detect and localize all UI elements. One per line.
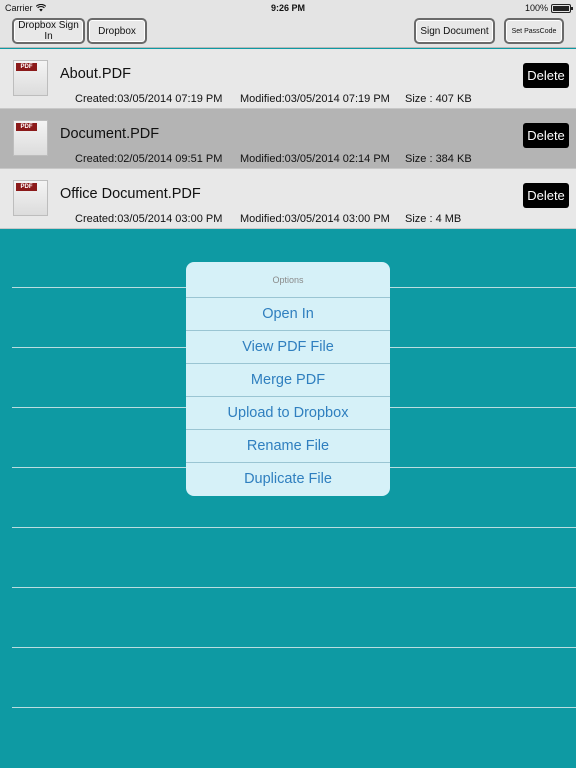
- battery-status: 100%: [524, 3, 573, 13]
- file-size: Size : 4 MB: [405, 213, 462, 225]
- battery-percent: 100%: [524, 3, 548, 13]
- upload-to-dropbox-option[interactable]: Upload to Dropbox: [186, 397, 390, 430]
- file-row[interactable]: PDF Office Document.PDF Created:03/05/20…: [0, 169, 576, 229]
- file-modified: Modified:03/05/2014 03:00 PM: [240, 213, 390, 225]
- clock: 9:26 PM: [270, 3, 305, 13]
- pdf-file-icon: PDF: [13, 120, 48, 156]
- pdf-file-icon: PDF: [13, 60, 48, 96]
- empty-row-divider: [12, 527, 576, 528]
- battery-icon: [551, 3, 573, 13]
- file-name: Document.PDF: [60, 126, 160, 142]
- file-size: Size : 407 KB: [405, 93, 472, 105]
- options-popover: Options Open In View PDF File Merge PDF …: [186, 262, 390, 496]
- set-passcode-button[interactable]: Set PassCode: [504, 18, 564, 44]
- file-created: Created:03/05/2014 03:00 PM: [75, 213, 223, 225]
- file-size: Size : 384 KB: [405, 153, 472, 165]
- duplicate-file-option[interactable]: Duplicate File: [186, 463, 390, 496]
- view-pdf-file-option[interactable]: View PDF File: [186, 331, 390, 364]
- options-title: Options: [186, 262, 390, 298]
- pdf-file-icon: PDF: [13, 180, 48, 216]
- empty-row-divider: [12, 707, 576, 708]
- empty-row-divider: [12, 647, 576, 648]
- toolbar: Dropbox Sign In Dropbox Sign Document Se…: [0, 16, 576, 48]
- file-created: Created:02/05/2014 09:51 PM: [75, 153, 223, 165]
- pdf-tag: PDF: [16, 183, 37, 191]
- rename-file-option[interactable]: Rename File: [186, 430, 390, 463]
- open-in-option[interactable]: Open In: [186, 298, 390, 331]
- delete-button[interactable]: Delete: [523, 183, 569, 208]
- delete-button[interactable]: Delete: [523, 123, 569, 148]
- file-row[interactable]: PDF About.PDF Created:03/05/2014 07:19 P…: [0, 49, 576, 109]
- merge-pdf-option[interactable]: Merge PDF: [186, 364, 390, 397]
- empty-row-divider: [12, 587, 576, 588]
- file-modified: Modified:03/05/2014 02:14 PM: [240, 153, 390, 165]
- delete-button[interactable]: Delete: [523, 63, 569, 88]
- pdf-tag: PDF: [16, 63, 37, 71]
- pdf-tag: PDF: [16, 123, 37, 131]
- dropbox-sign-in-button[interactable]: Dropbox Sign In: [12, 18, 85, 44]
- file-list: PDF About.PDF Created:03/05/2014 07:19 P…: [0, 49, 576, 229]
- status-bar: Carrier 9:26 PM 100%: [0, 0, 576, 16]
- file-name: About.PDF: [60, 66, 131, 82]
- dropbox-button[interactable]: Dropbox: [87, 18, 147, 44]
- file-row-selected[interactable]: PDF Document.PDF Created:02/05/2014 09:5…: [0, 109, 576, 169]
- file-name: Office Document.PDF: [60, 186, 201, 202]
- file-modified: Modified:03/05/2014 07:19 PM: [240, 93, 390, 105]
- file-created: Created:03/05/2014 07:19 PM: [75, 93, 223, 105]
- sign-document-button[interactable]: Sign Document: [414, 18, 495, 44]
